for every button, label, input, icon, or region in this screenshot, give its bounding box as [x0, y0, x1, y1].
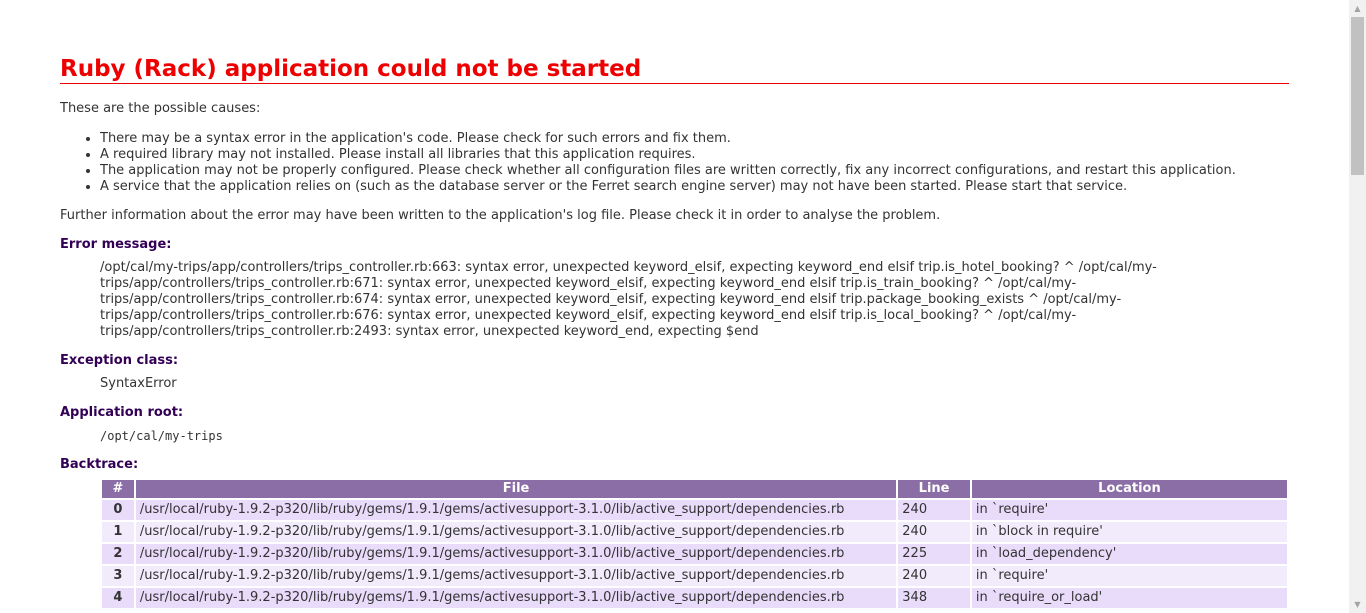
backtrace-table: # File Line Location 0 /usr/local/ruby-1… [100, 478, 1289, 610]
row-line: 240 [898, 522, 970, 542]
causes-list: There may be a syntax error in the appli… [60, 131, 1289, 195]
application-root-value: /opt/cal/my-trips [100, 429, 223, 443]
column-header-line: Line [898, 480, 970, 498]
row-file: /usr/local/ruby-1.9.2-p320/lib/ruby/gems… [135, 500, 897, 520]
row-line: 240 [898, 566, 970, 586]
row-line: 240 [898, 500, 970, 520]
table-row: 1 /usr/local/ruby-1.9.2-p320/lib/ruby/ge… [102, 522, 1287, 542]
error-message-line: trips/app/controllers/trips_controller.r… [100, 324, 759, 339]
row-index: 3 [102, 566, 134, 586]
row-file: /usr/local/ruby-1.9.2-p320/lib/ruby/gems… [135, 566, 897, 586]
error-message-line: trips/app/controllers/trips_controller.r… [100, 292, 1122, 307]
vertical-scrollbar[interactable]: ▲ ▼ [1349, 0, 1366, 613]
scrollbar-thumb[interactable] [1351, 17, 1364, 175]
error-message-body: /opt/cal/my-trips/app/controllers/trips_… [100, 260, 1289, 340]
error-message-line: trips/app/controllers/trips_controller.r… [100, 276, 1077, 291]
row-index: 4 [102, 588, 134, 608]
causes-intro: These are the possible causes: [60, 101, 261, 116]
row-index: 1 [102, 522, 134, 542]
cause-item: The application may not be properly conf… [100, 163, 1289, 179]
row-line: 225 [898, 544, 970, 564]
row-location: in `require' [971, 500, 1287, 520]
cause-item: There may be a syntax error in the appli… [100, 131, 1289, 147]
triangle-down-icon[interactable]: ▼ [1349, 596, 1366, 613]
error-page: Ruby (Rack) application could not be sta… [60, 0, 1289, 610]
row-location: in `require' [971, 566, 1287, 586]
row-file: /usr/local/ruby-1.9.2-p320/lib/ruby/gems… [135, 544, 897, 564]
error-message-line: /opt/cal/my-trips/app/controllers/trips_… [100, 260, 1157, 275]
table-row: 4 /usr/local/ruby-1.9.2-p320/lib/ruby/ge… [102, 588, 1287, 608]
cause-item: A service that the application relies on… [100, 179, 1289, 195]
row-location: in `block in require' [971, 522, 1287, 542]
row-location: in `load_dependency' [971, 544, 1287, 564]
column-header-index: # [102, 480, 134, 498]
exception-class-value: SyntaxError [100, 376, 177, 391]
row-index: 2 [102, 544, 134, 564]
row-file: /usr/local/ruby-1.9.2-p320/lib/ruby/gems… [135, 522, 897, 542]
row-file: /usr/local/ruby-1.9.2-p320/lib/ruby/gems… [135, 588, 897, 608]
further-info: Further information about the error may … [60, 208, 941, 223]
backtrace-header-row: # File Line Location [102, 480, 1287, 498]
triangle-up-icon[interactable]: ▲ [1349, 0, 1366, 17]
error-message-line: trips/app/controllers/trips_controller.r… [100, 308, 1077, 323]
table-row: 0 /usr/local/ruby-1.9.2-p320/lib/ruby/ge… [102, 500, 1287, 520]
backtrace-heading: Backtrace: [60, 457, 139, 472]
column-header-file: File [135, 480, 897, 498]
row-index: 0 [102, 500, 134, 520]
table-row: 2 /usr/local/ruby-1.9.2-p320/lib/ruby/ge… [102, 544, 1287, 564]
application-root-heading: Application root: [60, 405, 184, 420]
table-row: 3 /usr/local/ruby-1.9.2-p320/lib/ruby/ge… [102, 566, 1287, 586]
error-message-heading: Error message: [60, 237, 172, 252]
page-title: Ruby (Rack) application could not be sta… [60, 56, 1289, 84]
exception-class-heading: Exception class: [60, 353, 179, 368]
cause-item: A required library may not installed. Pl… [100, 147, 1289, 163]
column-header-location: Location [971, 480, 1287, 498]
row-line: 348 [898, 588, 970, 608]
row-location: in `require_or_load' [971, 588, 1287, 608]
